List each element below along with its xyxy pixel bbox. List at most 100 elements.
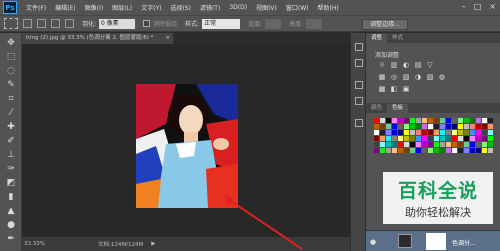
color-swatch[interactable] — [422, 148, 427, 153]
color-swatch[interactable] — [380, 130, 385, 135]
color-swatch[interactable] — [374, 136, 379, 141]
minimize-button[interactable]: – — [462, 2, 466, 11]
adjustment-layer-thumbnail[interactable] — [398, 234, 412, 248]
tab-color[interactable]: 颜色 — [366, 104, 387, 113]
color-swatch[interactable] — [404, 124, 409, 129]
character-panel-icon[interactable] — [355, 81, 363, 89]
menu-type[interactable]: 文字(Y) — [141, 3, 161, 12]
color-swatch[interactable] — [464, 130, 469, 135]
color-swatch[interactable] — [476, 142, 481, 147]
exposure-icon[interactable]: ▤ — [414, 61, 422, 69]
color-swatch[interactable] — [410, 130, 415, 135]
width-input[interactable] — [265, 18, 282, 29]
height-input[interactable] — [306, 18, 323, 29]
eyedropper-tool-icon[interactable]: ⁄ — [5, 107, 17, 119]
color-swatch[interactable] — [446, 130, 451, 135]
hue-saturation-icon[interactable]: ▦ — [378, 73, 386, 81]
color-swatch[interactable] — [434, 142, 439, 147]
color-swatch[interactable] — [416, 142, 421, 147]
color-swatch[interactable] — [422, 136, 427, 141]
color-swatch[interactable] — [374, 148, 379, 153]
color-swatch[interactable] — [476, 124, 481, 129]
color-swatch[interactable] — [422, 142, 427, 147]
color-swatch[interactable] — [470, 124, 475, 129]
document-image[interactable] — [136, 84, 238, 208]
color-swatch[interactable] — [392, 118, 397, 123]
color-swatch[interactable] — [440, 136, 445, 141]
photo-filter-icon[interactable]: ◑ — [414, 73, 422, 81]
curves-icon[interactable]: ◐ — [402, 61, 410, 69]
color-swatch[interactable] — [470, 118, 475, 123]
color-swatch[interactable] — [398, 148, 403, 153]
color-swatch[interactable] — [464, 136, 469, 141]
refine-edge-button[interactable]: 调整边缘... — [362, 19, 408, 30]
color-swatch[interactable] — [452, 136, 457, 141]
color-swatch[interactable] — [404, 136, 409, 141]
blur-tool-icon[interactable]: ▲ — [5, 205, 17, 217]
color-swatch[interactable] — [440, 124, 445, 129]
color-swatch[interactable] — [458, 130, 463, 135]
brush-tool-icon[interactable]: ✐ — [5, 135, 17, 147]
levels-icon[interactable]: ▥ — [390, 61, 398, 69]
color-swatch[interactable] — [434, 136, 439, 141]
vibrance-icon[interactable]: ▽ — [426, 61, 434, 69]
feather-input[interactable]: 0 像素 — [99, 18, 136, 29]
color-swatch[interactable] — [416, 124, 421, 129]
color-swatch[interactable] — [488, 124, 493, 129]
brightness-icon[interactable]: ☼ — [378, 61, 386, 69]
antialias-checkbox[interactable] — [143, 20, 151, 27]
color-swatch[interactable] — [404, 130, 409, 135]
menu-select[interactable]: 选择(S) — [170, 3, 191, 12]
intersect-selection-icon[interactable] — [65, 19, 74, 28]
color-swatch[interactable] — [470, 148, 475, 153]
color-swatch[interactable] — [416, 118, 421, 123]
menu-window[interactable]: 窗口(W) — [286, 3, 309, 12]
color-swatch[interactable] — [374, 124, 379, 129]
color-swatch[interactable] — [422, 130, 427, 135]
color-swatch[interactable] — [398, 142, 403, 147]
color-swatch[interactable] — [428, 118, 433, 123]
healing-tool-icon[interactable]: ✚ — [5, 121, 17, 133]
color-swatch[interactable] — [434, 124, 439, 129]
color-swatch[interactable] — [488, 136, 493, 141]
menu-help[interactable]: 帮助(H) — [318, 3, 339, 12]
color-swatch[interactable] — [452, 124, 457, 129]
invert-icon[interactable]: ▩ — [378, 85, 386, 93]
color-swatch[interactable] — [398, 124, 403, 129]
color-swatch[interactable] — [392, 142, 397, 147]
move-tool-icon[interactable]: ✥ — [5, 37, 17, 49]
zoom-level[interactable]: 33.33% — [24, 241, 48, 247]
color-swatch[interactable] — [404, 148, 409, 153]
color-swatch[interactable] — [440, 148, 445, 153]
tool-preset-picker[interactable] — [4, 18, 18, 29]
history-panel-icon[interactable] — [355, 43, 363, 51]
color-swatch[interactable] — [458, 124, 463, 129]
color-swatch[interactable] — [476, 118, 481, 123]
color-swatch[interactable] — [392, 136, 397, 141]
color-swatch[interactable] — [410, 118, 415, 123]
color-swatch[interactable] — [392, 124, 397, 129]
clone-stamp-tool-icon[interactable]: ⊥ — [5, 149, 17, 161]
history-brush-tool-icon[interactable]: ✑ — [5, 163, 17, 175]
color-swatch[interactable] — [410, 136, 415, 141]
marquee-tool-icon[interactable]: ⬚ — [5, 51, 17, 63]
color-swatch[interactable] — [488, 148, 493, 153]
menu-image[interactable]: 图像(I) — [85, 3, 103, 12]
color-swatch[interactable] — [386, 130, 391, 135]
color-swatch[interactable] — [380, 136, 385, 141]
color-swatch[interactable] — [470, 136, 475, 141]
color-swatch[interactable] — [446, 118, 451, 123]
color-swatch[interactable] — [446, 142, 451, 147]
color-swatch[interactable] — [386, 136, 391, 141]
color-swatch[interactable] — [464, 124, 469, 129]
color-swatch[interactable] — [428, 136, 433, 141]
close-tab-icon[interactable]: × — [165, 33, 170, 44]
color-swatch[interactable] — [488, 130, 493, 135]
color-balance-icon[interactable]: ◎ — [390, 73, 398, 81]
color-swatch[interactable] — [488, 118, 493, 123]
menu-layer[interactable]: 图层(L) — [112, 3, 132, 12]
color-swatch[interactable] — [440, 130, 445, 135]
color-swatch[interactable] — [458, 142, 463, 147]
color-swatch[interactable] — [410, 124, 415, 129]
menu-edit[interactable]: 编辑(E) — [55, 3, 75, 12]
